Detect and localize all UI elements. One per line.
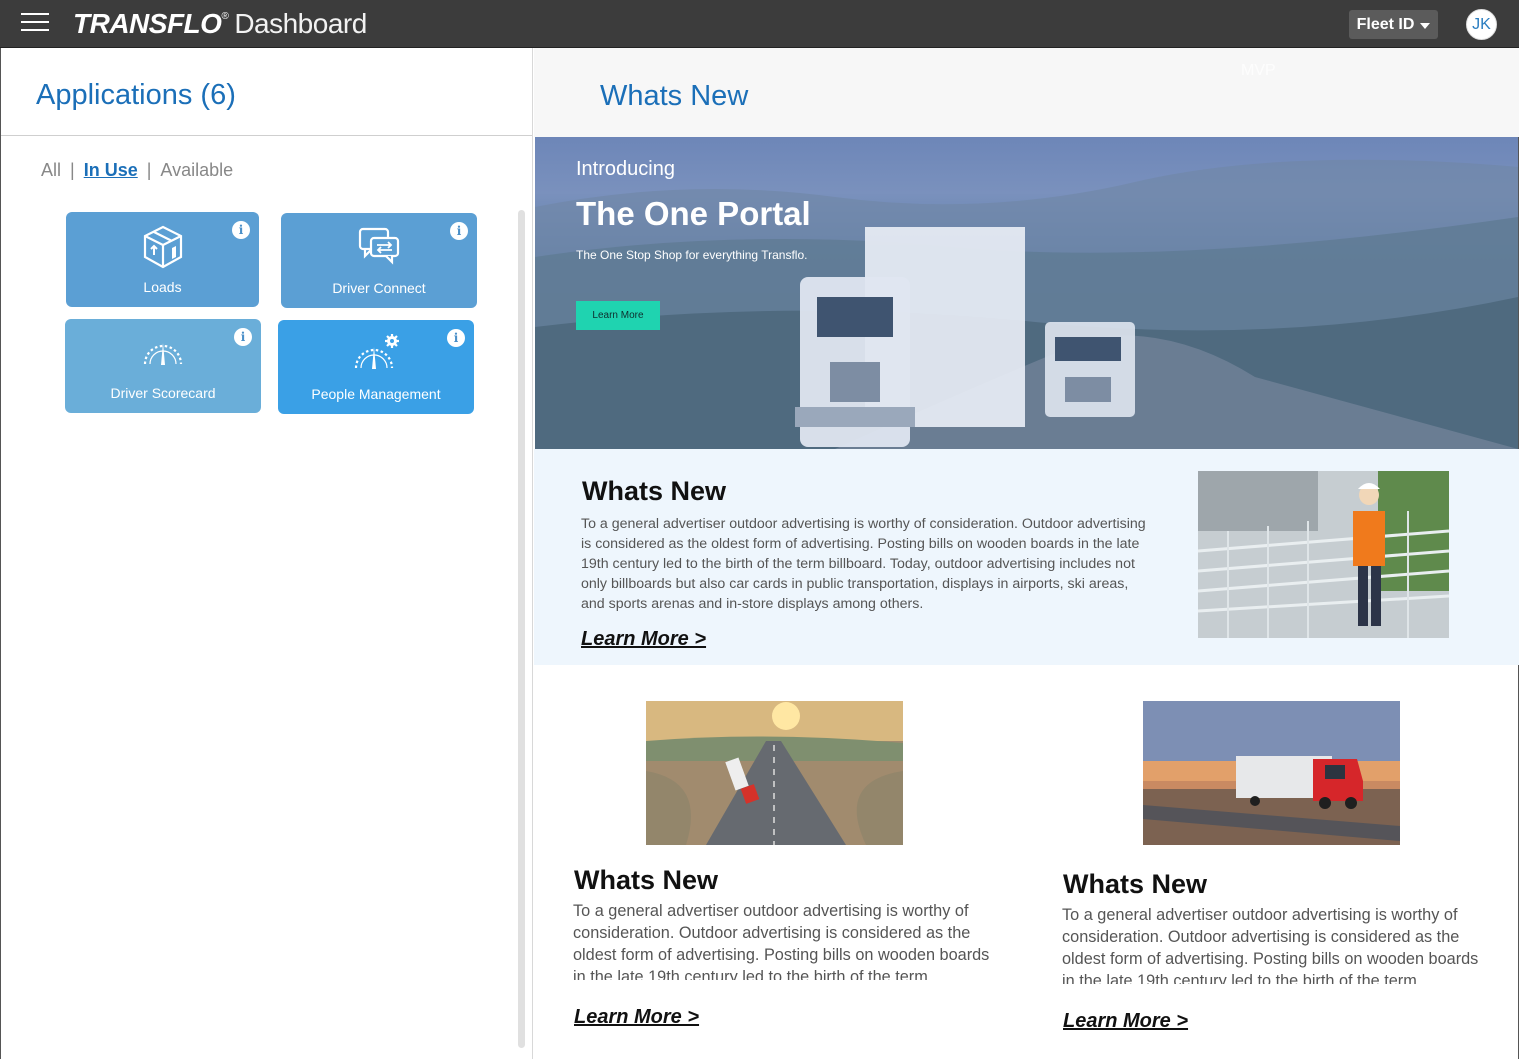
hero-title: The One Portal [576,195,811,232]
featured-article: Whats New To a general advertiser outdoo… [534,449,1519,665]
chat-bubbles-icon [358,227,400,265]
info-icon[interactable]: i [447,329,465,347]
applications-scrollbar[interactable] [518,210,525,1048]
worker-image [1198,471,1449,638]
hero-intro: Introducing [576,158,675,180]
info-icon[interactable]: i [234,328,252,346]
app-tile-loads[interactable]: i Loads [66,212,259,307]
hero-truck-image [535,159,1518,449]
app-tile-driver-connect[interactable]: i Driver Connect [281,213,477,308]
news-card-text: To a general advertiser outdoor advertis… [1062,906,1479,984]
whats-new-header: Whats New MVP [534,48,1519,137]
applications-panel: Applications (6) All | In Use | Available [0,48,533,1059]
news-card-learn-more-link[interactable]: Learn More > [1063,1010,1188,1033]
filter-separator: | [146,160,152,180]
app-tile-people-management[interactable]: i People Management [278,320,474,414]
filter-available[interactable]: Available [160,160,233,180]
box-icon [143,225,182,269]
brand-name: TRANSFLO [73,8,222,39]
app-tile-label: Driver Connect [332,280,426,296]
registered-mark: ® [221,11,229,22]
app-logo[interactable]: TRANSFLO® Dashboard [73,8,367,40]
app-tile-label: Driver Scorecard [110,385,216,401]
hero-banner: Introducing The One Portal The One Stop … [535,137,1518,449]
top-bar: TRANSFLO® Dashboard Fleet ID JK [0,0,1519,48]
gauge-gear-icon [354,334,399,369]
app-tile-label: Loads [143,279,182,295]
app-tile-driver-scorecard[interactable]: i Driver Scorecard [65,319,261,413]
news-card-title: Whats New [1063,869,1208,899]
fleet-id-dropdown[interactable]: Fleet ID [1349,10,1438,39]
filter-in-use[interactable]: In Use [84,160,138,180]
app-name: Dashboard [234,8,367,39]
news-card-title: Whats New [574,865,719,895]
whats-new-title: Whats New [600,80,749,112]
applications-header: Applications (6) [1,48,532,136]
filter-separator: | [70,160,75,180]
info-icon[interactable]: i [450,222,468,240]
featured-article-title: Whats New [582,476,727,506]
whats-new-panel: Whats New MVP Introducing The One Portal… [534,48,1519,1059]
menu-icon[interactable] [21,13,49,35]
red-truck-image [1143,701,1400,845]
app-tile-label: People Management [311,386,441,402]
news-card-learn-more-link[interactable]: Learn More > [574,1006,699,1029]
chevron-down-icon [1420,22,1431,29]
hero-subtitle: The One Stop Shop for everything Transfl… [576,248,808,262]
featured-article-text: To a general advertiser outdoor advertis… [581,516,1146,612]
user-avatar[interactable]: JK [1466,9,1497,40]
news-card-text: To a general advertiser outdoor advertis… [573,902,990,980]
applications-title: Applications (6) [36,79,236,111]
gauge-icon [143,343,183,365]
highway-truck-image [646,701,903,845]
fleet-id-label: Fleet ID [1356,15,1415,33]
mvp-watermark: MVP [1241,62,1276,79]
info-icon[interactable]: i [232,221,250,239]
filter-all[interactable]: All [41,160,61,180]
featured-learn-more-link[interactable]: Learn More > [581,628,706,651]
application-filters: All | In Use | Available [41,160,233,181]
hero-learn-more-button[interactable]: Learn More [576,301,660,330]
